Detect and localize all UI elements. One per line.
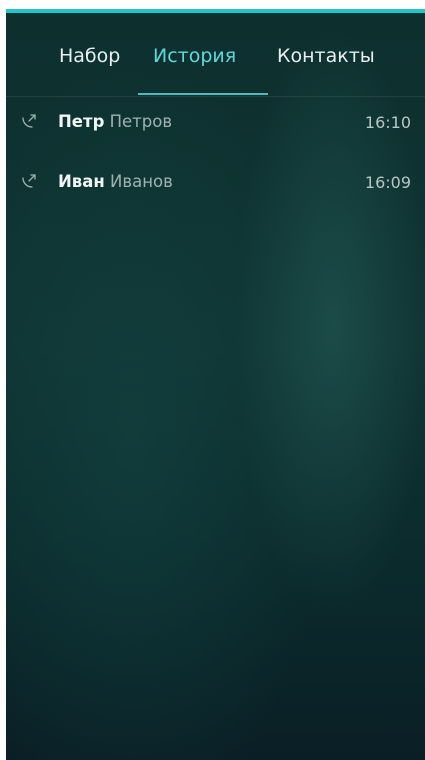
contact-first-name: Петр bbox=[58, 112, 105, 131]
tab-bar: Набор История Контакты bbox=[6, 13, 425, 97]
app-frame: Набор История Контакты Петр Петров 16:10 bbox=[0, 0, 425, 760]
call-history-row[interactable]: Иван Иванов 16:09 bbox=[6, 153, 425, 213]
call-history-row[interactable]: Петр Петров 16:10 bbox=[6, 93, 425, 153]
call-time: 16:09 bbox=[364, 173, 411, 192]
contact-name: Иван Иванов bbox=[58, 172, 173, 191]
contact-last-name: Иванов bbox=[110, 172, 173, 191]
call-history-list: Петр Петров 16:10 Иван Иванов 16:09 bbox=[6, 93, 425, 213]
tab-history[interactable]: История bbox=[153, 45, 236, 67]
call-time: 16:10 bbox=[364, 113, 411, 132]
tab-dial[interactable]: Набор bbox=[59, 45, 120, 67]
outgoing-call-icon bbox=[20, 172, 38, 190]
contact-first-name: Иван bbox=[58, 172, 105, 191]
contact-last-name: Петров bbox=[109, 112, 173, 131]
tab-contacts[interactable]: Контакты bbox=[277, 45, 375, 67]
contact-name: Петр Петров bbox=[58, 112, 172, 131]
outgoing-call-icon bbox=[20, 112, 38, 130]
phone-screen: Набор История Контакты Петр Петров 16:10 bbox=[6, 9, 425, 760]
